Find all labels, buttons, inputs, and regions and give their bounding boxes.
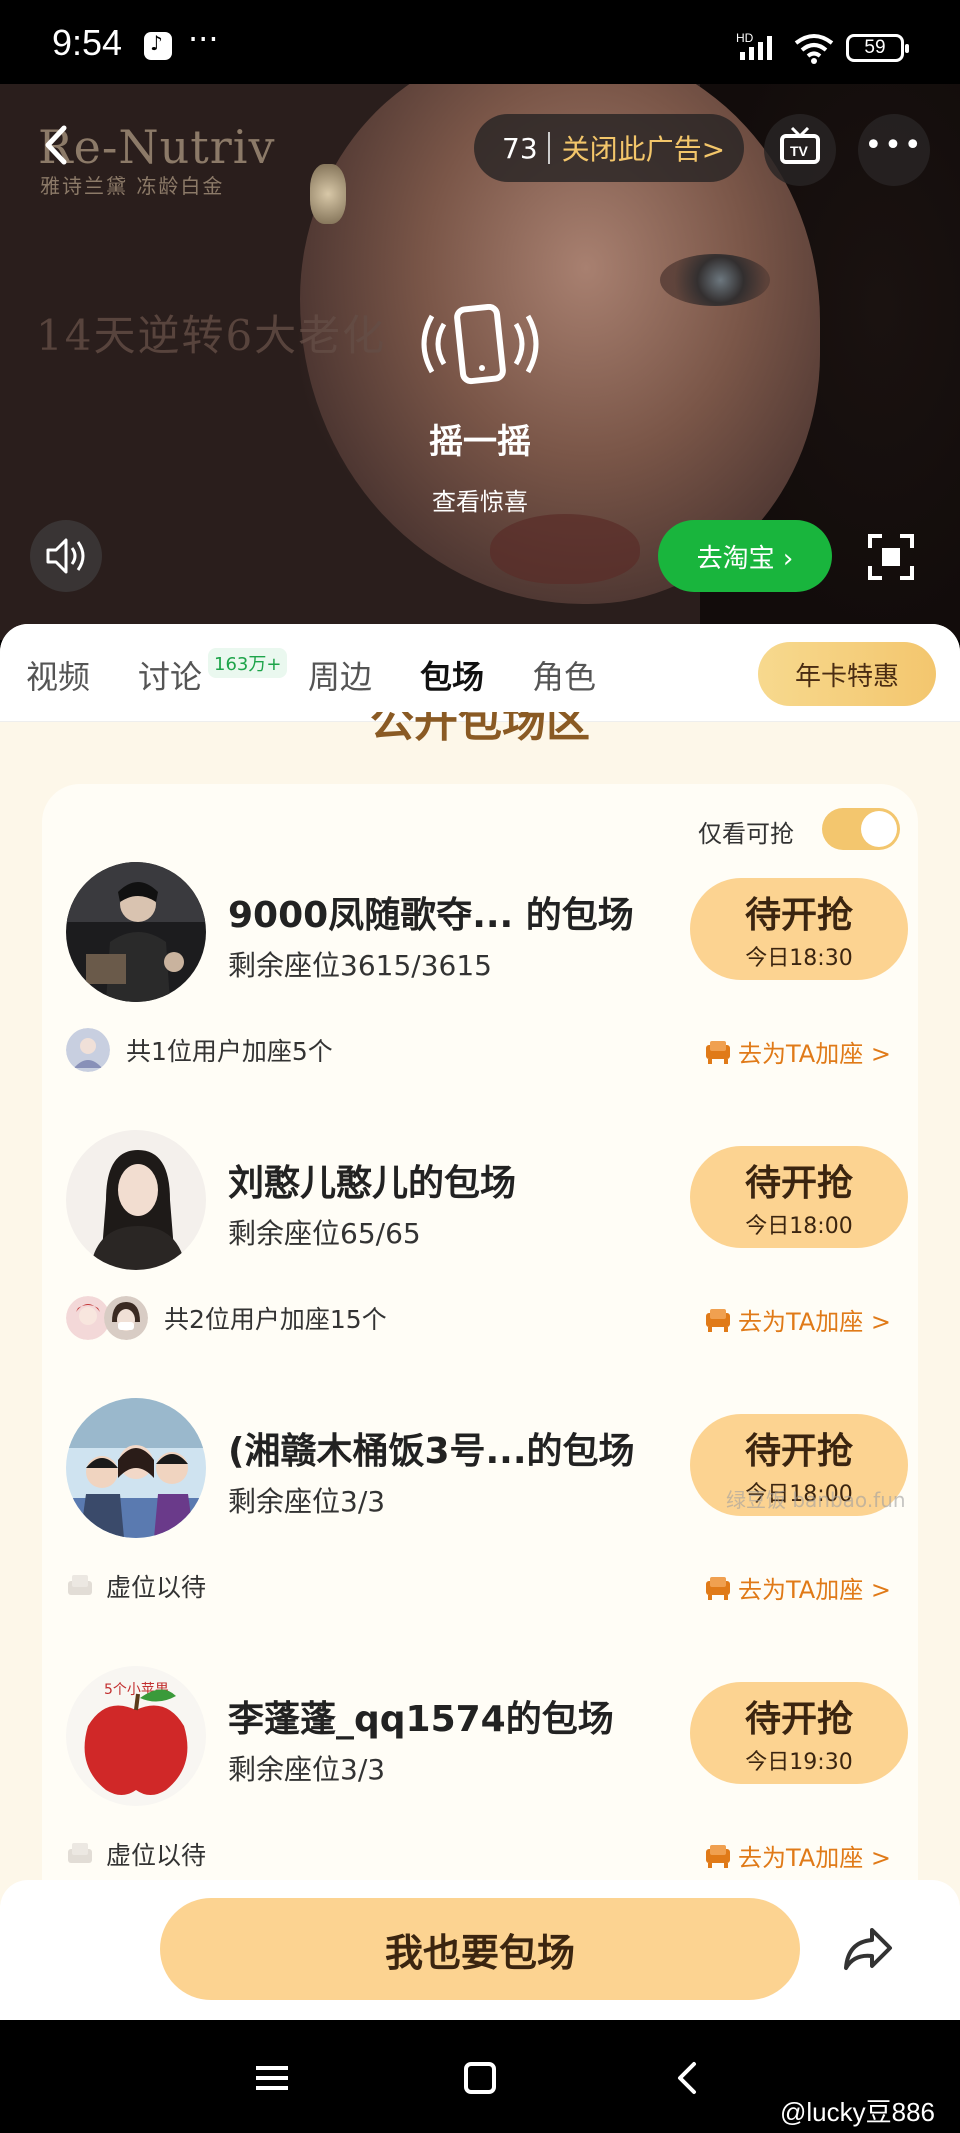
screening-list-card: 仅看可抢 9000凤随歌夺... 的包场 剩余座位3615/3615 待开抢 今… bbox=[42, 784, 918, 2020]
avatar bbox=[66, 1398, 206, 1538]
tab-discussion[interactable]: 讨论 bbox=[138, 652, 202, 698]
svg-text:HD: HD bbox=[736, 31, 754, 45]
tv-cast-icon[interactable]: TV bbox=[764, 114, 836, 186]
joined-users-text: 共2位用户加座15个 bbox=[164, 1305, 387, 1334]
grab-button-label: 待开抢 bbox=[744, 895, 853, 936]
avatar: 5个小苹果 bbox=[66, 1666, 206, 1806]
fullscreen-icon[interactable] bbox=[866, 532, 916, 582]
screening-title: 刘憨儿憨儿的包场 bbox=[228, 1163, 517, 1204]
avatar bbox=[66, 1130, 206, 1270]
grab-button-time: 今日18:00 bbox=[745, 1214, 853, 1239]
joined-users-text: 虚位以待 bbox=[106, 1841, 207, 1870]
share-icon[interactable] bbox=[840, 1920, 896, 1976]
grab-button[interactable]: 待开抢 今日18:00 bbox=[690, 1146, 908, 1248]
grab-button-time: 今日18:30 bbox=[745, 946, 853, 971]
joined-users: 虚位以待 bbox=[66, 1564, 206, 1608]
list-item[interactable]: 刘憨儿憨儿的包场 剩余座位65/65 待开抢 今日18:00 共2位用户加座15… bbox=[42, 1130, 918, 1398]
ad-brand-sub: 雅诗兰黛 冻龄白金 bbox=[40, 174, 225, 198]
content-sheet: 视频 讨论 163万+ 周边 包场 角色 年卡特惠 公开包场区 仅看可抢 900… bbox=[0, 624, 960, 2020]
grab-button[interactable]: 待开抢 今日18:30 bbox=[690, 878, 908, 980]
volume-icon[interactable] bbox=[30, 520, 102, 592]
screening-title: 李蓬蓬_qq1574的包场 bbox=[228, 1699, 614, 1740]
ad-image-detail bbox=[310, 164, 346, 224]
menu-icon[interactable] bbox=[250, 2056, 294, 2100]
bottom-action-bar: 我也要包场 bbox=[0, 1880, 960, 2020]
joined-users: 共2位用户加座15个 bbox=[66, 1296, 387, 1340]
shake-phone-icon bbox=[421, 304, 539, 385]
grab-button-label: 待开抢 bbox=[744, 1163, 853, 1204]
discussion-count-badge: 163万+ bbox=[208, 648, 288, 678]
ad-countdown: 73 bbox=[502, 131, 538, 165]
tab-video[interactable]: 视频 bbox=[26, 652, 90, 698]
close-ad-button[interactable]: 73 关闭此广告> bbox=[474, 114, 744, 182]
add-seat-link[interactable]: 去为TA加座 > bbox=[704, 1302, 891, 1337]
back-icon[interactable] bbox=[666, 2056, 710, 2100]
only-available-label: 仅看可抢 bbox=[698, 820, 794, 848]
grab-button[interactable]: 待开抢 今日19:30 bbox=[690, 1682, 908, 1784]
tiktok-icon bbox=[144, 31, 172, 60]
remaining-seats: 剩余座位3/3 bbox=[228, 1753, 386, 1786]
more-options-icon[interactable]: ••• bbox=[858, 114, 930, 186]
watermark: 绿豆饭 banbao.fun bbox=[726, 1488, 906, 1512]
system-navigation-bar: @lucky豆886 bbox=[0, 2020, 960, 2133]
joined-users: 虚位以待 bbox=[66, 1832, 206, 1876]
ad-image-detail bbox=[660, 254, 770, 306]
tab-bar: 视频 讨论 163万+ 周边 包场 角色 年卡特惠 bbox=[0, 624, 960, 722]
section-title: 公开包场区 bbox=[370, 712, 590, 747]
sofa-icon bbox=[706, 1576, 730, 1600]
divider bbox=[547, 132, 550, 164]
tab-characters[interactable]: 角色 bbox=[532, 652, 596, 698]
add-seat-link[interactable]: 去为TA加座 > bbox=[704, 1838, 891, 1873]
create-screening-button[interactable]: 我也要包场 bbox=[160, 1898, 800, 2000]
grab-button-time: 今日19:30 bbox=[745, 1750, 853, 1775]
grab-button-label: 待开抢 bbox=[744, 1431, 853, 1472]
ad-image-detail bbox=[490, 514, 640, 584]
remaining-seats: 剩余座位65/65 bbox=[228, 1217, 421, 1250]
avatar bbox=[104, 1296, 148, 1340]
back-arrow-icon[interactable] bbox=[36, 120, 76, 170]
home-icon[interactable] bbox=[458, 2056, 502, 2100]
add-seat-link[interactable]: 去为TA加座 > bbox=[704, 1034, 891, 1069]
sofa-icon bbox=[706, 1040, 730, 1064]
svg-text:TV: TV bbox=[790, 143, 809, 159]
avatar bbox=[66, 1028, 110, 1072]
battery-icon: 59 bbox=[846, 34, 909, 62]
annual-card-button[interactable]: 年卡特惠 bbox=[758, 642, 936, 706]
shake-title: 摇一摇 bbox=[429, 422, 531, 462]
sofa-icon bbox=[706, 1308, 730, 1332]
only-available-toggle[interactable] bbox=[822, 808, 900, 850]
list-item[interactable]: (湘赣木桶饭3号...的包场 剩余座位3/3 待开抢 今日18:00 虚位以待 bbox=[42, 1398, 918, 1666]
list-item[interactable]: 9000凤随歌夺... 的包场 剩余座位3615/3615 待开抢 今日18:3… bbox=[42, 862, 918, 1130]
add-seat-label: 去为TA加座 > bbox=[738, 1576, 891, 1604]
video-ad[interactable]: Re-Nutriv 雅诗兰黛 冻龄白金 14天逆转6大老化 73 关闭此广告> … bbox=[0, 84, 960, 640]
add-seat-label: 去为TA加座 > bbox=[738, 1844, 891, 1872]
go-taobao-button[interactable]: 去淘宝 › bbox=[658, 520, 832, 592]
status-bar: 9:54 ··· HD 59 bbox=[0, 0, 960, 84]
add-seat-label: 去为TA加座 > bbox=[738, 1308, 891, 1336]
add-seat-link[interactable]: 去为TA加座 > bbox=[704, 1570, 891, 1605]
close-ad-label: 关闭此广告> bbox=[561, 133, 726, 166]
remaining-seats: 剩余座位3/3 bbox=[228, 1485, 386, 1518]
avatar bbox=[66, 862, 206, 1002]
ad-slogan: 14天逆转6大老化 bbox=[36, 311, 387, 360]
tab-merch[interactable]: 周边 bbox=[308, 652, 372, 698]
grab-button-label: 待开抢 bbox=[744, 1699, 853, 1740]
screening-title: 9000凤随歌夺... 的包场 bbox=[228, 895, 634, 936]
wifi-icon bbox=[794, 34, 834, 64]
status-time: 9:54 bbox=[52, 22, 123, 63]
empty-seat-icon bbox=[68, 1575, 92, 1595]
more-notifications-icon: ··· bbox=[188, 20, 219, 58]
remaining-seats: 剩余座位3615/3615 bbox=[228, 949, 492, 982]
sofa-icon bbox=[706, 1844, 730, 1868]
joined-users-text: 共1位用户加座5个 bbox=[126, 1037, 333, 1066]
empty-seat-icon bbox=[68, 1843, 92, 1863]
screening-title: (湘赣木桶饭3号...的包场 bbox=[228, 1431, 635, 1472]
signal-icon: HD bbox=[736, 31, 772, 60]
tab-private-screening[interactable]: 包场 bbox=[420, 652, 484, 698]
weibo-credit: @lucky豆886 bbox=[780, 2097, 936, 2127]
joined-users-text: 虚位以待 bbox=[106, 1573, 207, 1602]
joined-users: 共1位用户加座5个 bbox=[66, 1028, 333, 1072]
shake-subtitle: 查看惊喜 bbox=[432, 488, 528, 516]
add-seat-label: 去为TA加座 > bbox=[738, 1040, 891, 1068]
